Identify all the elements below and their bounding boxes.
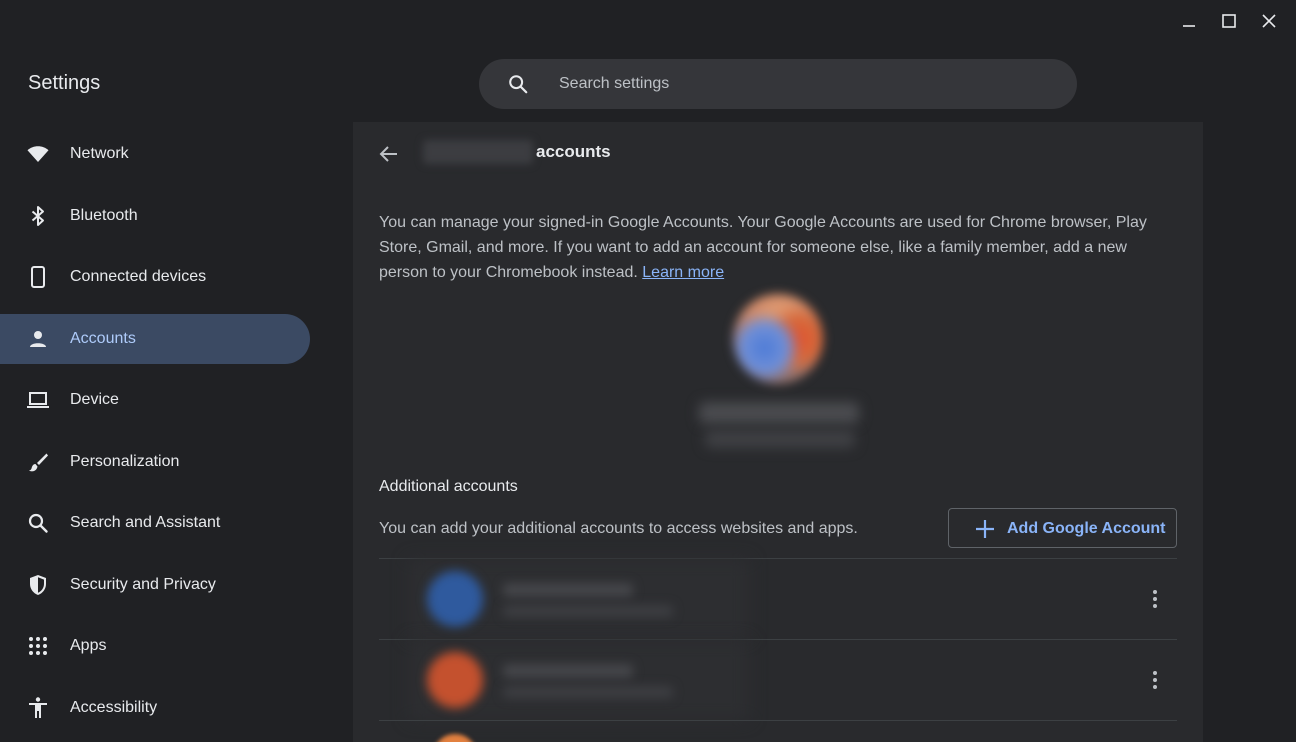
- sidebar-item-label: Security and Privacy: [70, 576, 216, 593]
- redacted-account-name: [503, 583, 633, 597]
- divider: [379, 720, 1177, 721]
- redacted-account-name: [503, 664, 633, 678]
- search-box[interactable]: [479, 59, 1077, 109]
- plus-icon: [976, 520, 994, 538]
- sidebar-item-label: Connected devices: [70, 268, 207, 285]
- bluetooth-icon: [26, 204, 50, 228]
- accounts-panel: accounts You can manage your signed-in G…: [353, 122, 1203, 742]
- sidebar-item-security-and-privacy[interactable]: Security and Privacy: [0, 560, 310, 610]
- sidebar-item-device[interactable]: Device: [0, 375, 310, 425]
- learn-more-link[interactable]: Learn more: [642, 264, 724, 281]
- account-menu-button[interactable]: [1143, 668, 1167, 692]
- person-icon: [26, 327, 50, 351]
- account-avatar: [427, 652, 483, 708]
- app-title: Settings: [28, 72, 101, 94]
- redacted-account-email: [503, 605, 673, 617]
- sidebar-item-label: Personalization: [70, 453, 180, 470]
- sidebar-item-label: Apps: [70, 637, 107, 654]
- more-vert-icon: [1153, 590, 1157, 608]
- redacted-owner-name: [423, 140, 533, 164]
- sidebar-item-label: Network: [70, 145, 129, 162]
- account-row: [379, 640, 1177, 720]
- accessibility-icon: [26, 696, 50, 720]
- add-google-account-button[interactable]: Add Google Account: [948, 508, 1177, 548]
- sidebar-item-label: Accounts: [70, 330, 136, 347]
- apps-grid-icon: [26, 634, 50, 658]
- shield-icon: [26, 573, 50, 597]
- sidebar-item-apps[interactable]: Apps: [0, 621, 310, 671]
- top-bar: Settings: [0, 0, 1296, 120]
- phone-icon: [26, 265, 50, 289]
- search-input[interactable]: [559, 59, 1039, 109]
- wifi-icon: [26, 142, 50, 166]
- sidebar-item-search-and-assistant[interactable]: Search and Assistant: [0, 498, 310, 548]
- accounts-description: You can manage your signed-in Google Acc…: [379, 210, 1169, 285]
- sidebar-item-bluetooth[interactable]: Bluetooth: [0, 191, 310, 241]
- sidebar-item-label: Device: [70, 391, 119, 408]
- back-arrow-icon: [379, 146, 397, 162]
- brush-icon: [26, 450, 50, 474]
- account-menu-button[interactable]: [1143, 587, 1167, 611]
- additional-accounts-description: You can add your additional accounts to …: [379, 520, 858, 537]
- search-icon: [509, 75, 528, 94]
- primary-account-avatar: [733, 294, 823, 384]
- account-avatar: [427, 571, 483, 627]
- sidebar-item-personalization[interactable]: Personalization: [0, 437, 310, 487]
- add-google-account-label: Add Google Account: [1007, 520, 1166, 537]
- description-text: You can manage your signed-in Google Acc…: [379, 214, 1147, 281]
- back-button[interactable]: [377, 142, 401, 166]
- sidebar-item-connected-devices[interactable]: Connected devices: [0, 252, 310, 302]
- redacted-primary-name: [699, 402, 859, 424]
- more-vert-icon: [1153, 671, 1157, 689]
- sidebar-item-accounts[interactable]: Accounts: [0, 314, 310, 364]
- sidebar-item-label: Bluetooth: [70, 207, 138, 224]
- additional-accounts-title: Additional accounts: [379, 478, 518, 495]
- laptop-icon: [26, 388, 50, 412]
- redacted-primary-email: [705, 430, 855, 448]
- account-row: [379, 559, 1177, 639]
- search-icon: [26, 511, 50, 535]
- sidebar-item-label: Accessibility: [70, 699, 158, 716]
- redacted-account-email: [503, 686, 673, 698]
- sidebar-item-accessibility[interactable]: Accessibility: [0, 683, 310, 733]
- page-title: accounts: [536, 142, 611, 161]
- sidebar-item-network[interactable]: Network: [0, 129, 310, 179]
- sidebar: Network Bluetooth Connected devices Acco…: [0, 122, 340, 742]
- sidebar-item-label: Search and Assistant: [70, 514, 221, 531]
- account-avatar: [433, 734, 477, 742]
